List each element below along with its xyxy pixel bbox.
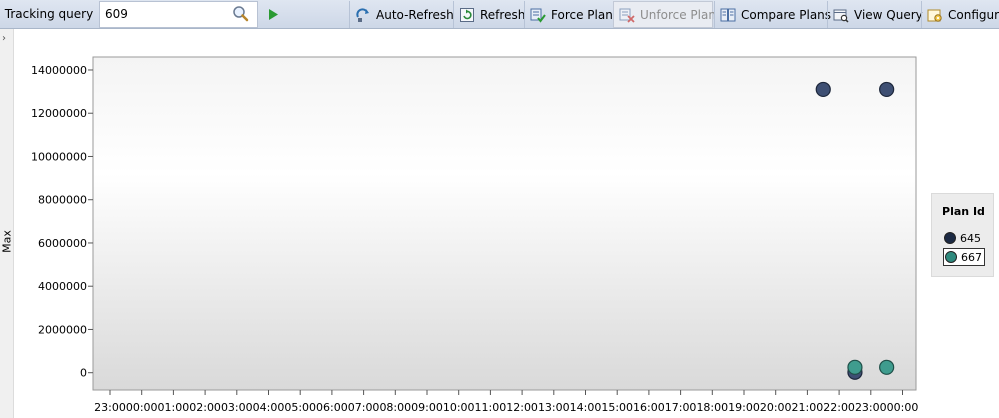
legend-marker-667 bbox=[945, 251, 957, 263]
y-tick-label: 0 bbox=[80, 367, 87, 380]
x-tick-label: 09:00 bbox=[411, 401, 443, 414]
legend-item-667[interactable]: 667 bbox=[943, 248, 985, 266]
x-tick-label: 16:00 bbox=[633, 401, 665, 414]
x-tick-label: 13:00 bbox=[538, 401, 570, 414]
x-tick-label: 06:00 bbox=[316, 401, 348, 414]
y-tick-label: 14000000 bbox=[31, 64, 87, 77]
legend-item-645[interactable]: 645 bbox=[944, 230, 981, 246]
x-tick-label: 20:00 bbox=[760, 401, 792, 414]
x-tick-label: 23:00 bbox=[855, 401, 887, 414]
scatter-chart: 0 2000000 4000000 6000000 8000000 10000000 120… bbox=[31, 56, 919, 414]
legend: Plan Id 645 667 bbox=[931, 193, 994, 277]
legend-title: Plan Id bbox=[942, 205, 985, 218]
data-point-plan-667[interactable] bbox=[847, 359, 863, 375]
x-tick-label: 07:00 bbox=[348, 401, 380, 414]
x-tick-label: 23:00 bbox=[94, 401, 126, 414]
x-tick-label: 15:00 bbox=[601, 401, 633, 414]
x-tick-label: 18:00 bbox=[696, 401, 728, 414]
x-tick-label: 04:00 bbox=[253, 401, 285, 414]
x-tick-label: 14:00 bbox=[570, 401, 602, 414]
x-tick-label: 08:00 bbox=[379, 401, 411, 414]
y-tick-label: 12000000 bbox=[31, 107, 87, 120]
data-point-plan-645[interactable] bbox=[815, 81, 831, 98]
y-tick-label: 10000000 bbox=[31, 150, 87, 163]
legend-marker-645 bbox=[944, 232, 956, 244]
y-tick-label: 2000000 bbox=[38, 323, 87, 336]
x-tick-label: 21:00 bbox=[792, 401, 824, 414]
x-tick-label: 11:00 bbox=[475, 401, 507, 414]
y-tick-label: 4000000 bbox=[38, 280, 87, 293]
x-tick-label: 10:00 bbox=[443, 401, 475, 414]
plot-area bbox=[92, 56, 917, 391]
x-tick-label: 01:00 bbox=[158, 401, 190, 414]
x-tick-label: 03:00 bbox=[221, 401, 253, 414]
legend-label-667: 667 bbox=[961, 250, 982, 264]
data-point-plan-667[interactable] bbox=[879, 359, 895, 375]
y-tick-label: 8000000 bbox=[38, 194, 87, 207]
x-tick-label: 22:00 bbox=[823, 401, 855, 414]
x-tick-label: 02:00 bbox=[189, 401, 221, 414]
x-tick-label: 00:00 bbox=[126, 401, 158, 414]
legend-label-645: 645 bbox=[960, 231, 981, 245]
x-tick-label: 12:00 bbox=[506, 401, 538, 414]
x-tick-label: 19:00 bbox=[728, 401, 760, 414]
y-tick-label: 6000000 bbox=[38, 237, 87, 250]
x-tick-label: 00:00 bbox=[887, 401, 919, 414]
x-tick-label: 05:00 bbox=[284, 401, 316, 414]
data-point-plan-645[interactable] bbox=[879, 81, 895, 98]
x-tick-label: 17:00 bbox=[665, 401, 697, 414]
